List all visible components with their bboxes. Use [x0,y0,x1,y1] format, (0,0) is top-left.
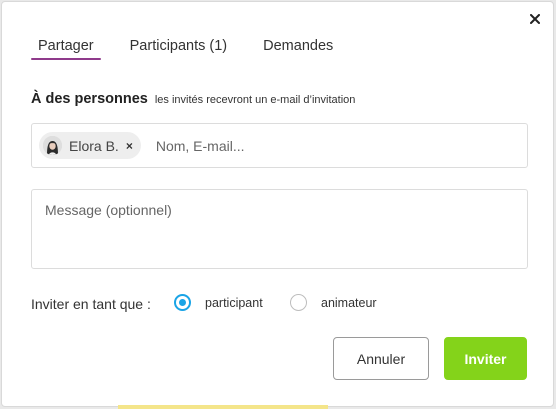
tab-demandes[interactable]: Demandes [256,37,340,59]
recipients-subtitle: les invités recevront un e-mail d’invita… [154,94,356,106]
role-animateur-label: animateur [321,295,377,310]
radio-checked-icon [174,294,191,311]
role-participant-radio[interactable]: participant [174,294,263,311]
role-participant-label: participant [205,295,263,310]
close-button[interactable] [527,11,543,27]
tab-bar: Partager Participants (1) Demandes [31,37,362,60]
recipients-field[interactable]: Elora B. × [31,123,528,168]
role-label: Inviter en tant que : [31,296,151,312]
user-avatar-icon [43,136,62,155]
message-field[interactable] [31,189,528,269]
invite-button[interactable]: Inviter [444,337,527,380]
role-animateur-radio[interactable]: animateur [290,294,377,311]
recipients-title: À des personnes [31,91,148,107]
remove-recipient-button[interactable]: × [126,139,133,153]
avatar [43,136,62,155]
share-dialog: Partager Participants (1) Demandes À des… [1,1,554,407]
cancel-button[interactable]: Annuler [333,337,429,380]
recipient-input[interactable] [155,137,456,154]
recipients-heading: À des personnes les invités recevront un… [31,91,355,107]
role-selector: Inviter en tant que : participant animat… [31,294,431,314]
recipient-chip[interactable]: Elora B. × [39,132,141,159]
radio-unchecked-icon [290,294,307,311]
tab-participants[interactable]: Participants (1) [123,37,235,59]
recipient-chip-name: Elora B. [69,137,119,154]
tab-partager[interactable]: Partager [31,37,101,60]
background-strip [118,405,328,409]
close-icon [530,14,540,24]
